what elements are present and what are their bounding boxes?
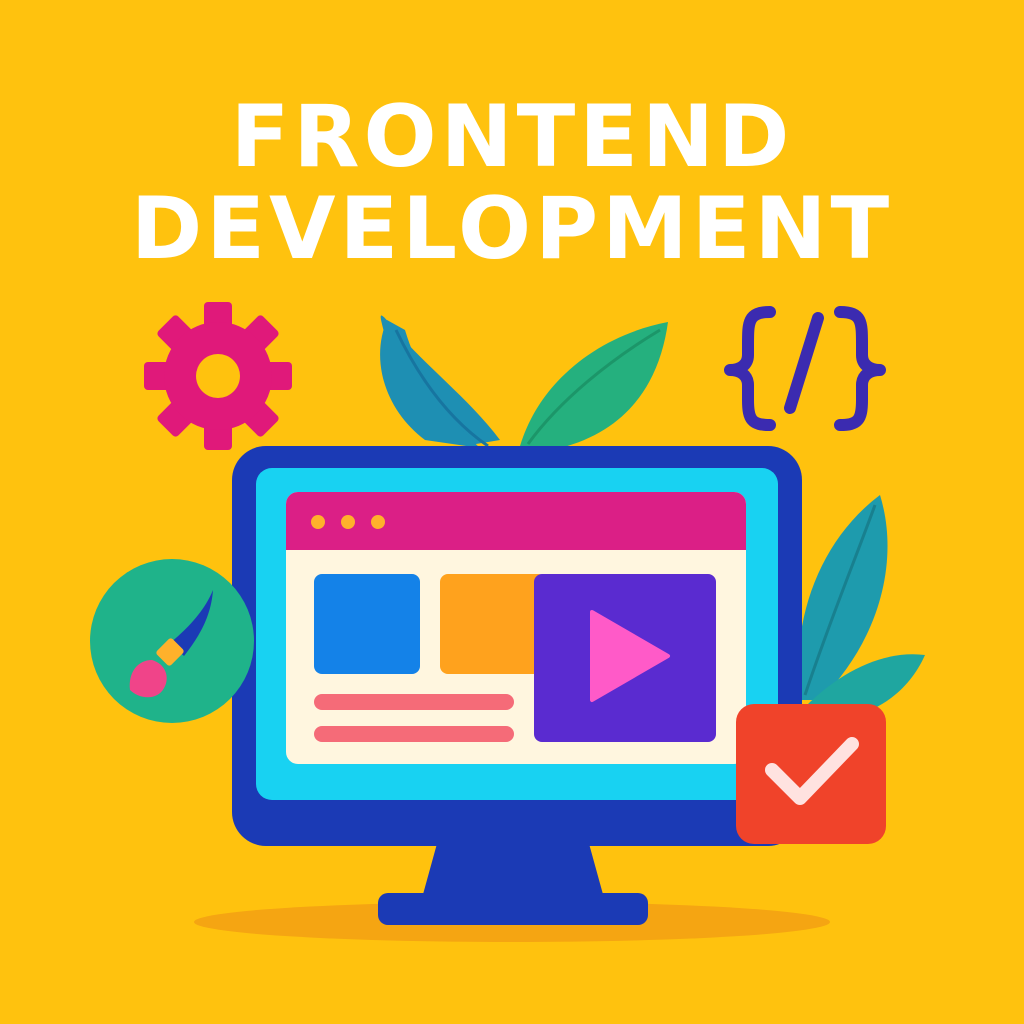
content-block-blue [314,574,420,674]
text-line-1 [314,694,514,710]
window-dot-1 [311,515,325,529]
window-dot-2 [341,515,355,529]
gear-icon [144,302,292,450]
browser-header [286,492,746,550]
monitor-stand [422,840,604,898]
content-block-orange [440,574,546,674]
checkmark-badge [736,704,886,844]
illustration-canvas: FRONTEND DEVELOPMENT [0,0,1024,1024]
monitor-illustration [232,446,802,925]
illustration-artwork [90,302,925,942]
checkmark-icon [736,704,886,844]
code-brackets-icon [724,306,886,431]
text-line-2 [314,726,514,742]
leaf-right [520,322,668,448]
window-dot-3 [371,515,385,529]
paintbrush-icon [90,559,254,723]
